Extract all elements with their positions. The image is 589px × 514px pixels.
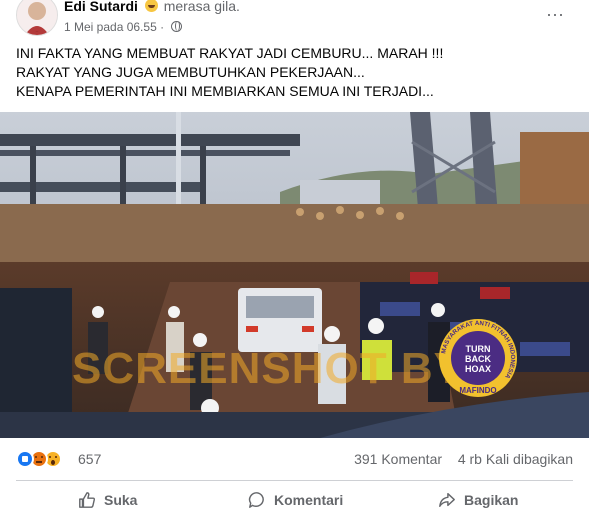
post-timestamp[interactable]: 1 Mei pada 06.55 (64, 20, 157, 34)
comment-count[interactable]: 391 Komentar (354, 451, 442, 467)
share-label: Bagikan (464, 492, 519, 508)
share-count[interactable]: 4 rb Kali dibagikan (458, 451, 573, 467)
divider (16, 480, 573, 481)
thumbs-up-icon (79, 492, 96, 508)
feeling-text: merasa gila. (163, 0, 240, 14)
comment-label: Komentari (274, 492, 344, 508)
post-stats: 391 Komentar 4 rb Kali dibagikan (354, 451, 573, 467)
post-text-line: RAKYAT YANG JUGA MEMBUTUHKAN PEKERJAAN..… (16, 64, 365, 80)
badge-line-2: BACK (465, 354, 491, 364)
like-label: Suka (104, 492, 138, 508)
post-header: ~ Edi Sutardi merasa gila. 1 Mei pada 06… (0, 0, 589, 40)
post-text-line: KENAPA PEMERINTAH INI MEMBIARKAN SEMUA I… (16, 83, 434, 99)
svg-text:~: ~ (36, 30, 39, 35)
badge-name: MAFINDO (459, 386, 496, 395)
post-meta: 1 Mei pada 06.55 · (64, 20, 183, 34)
avatar[interactable]: ~ (16, 0, 58, 36)
post-text-line: INI FAKTA YANG MEMBUAT RAKYAT JADI CEMBU… (16, 45, 444, 61)
like-reaction-icon (16, 450, 34, 468)
more-options-button[interactable]: ··· (543, 4, 567, 24)
like-button[interactable]: Suka (78, 488, 137, 512)
meta-separator: · (160, 20, 165, 34)
post-video[interactable]: SCREENSHOT BY MASYARAKAT ANTI FITNAH IND… (0, 112, 589, 438)
comment-button[interactable]: Komentari (248, 488, 343, 512)
reaction-count[interactable]: 657 (78, 451, 101, 467)
watermark-text: SCREENSHOT BY (72, 344, 464, 393)
reaction-bar: 657 391 Komentar 4 rb Kali dibagikan (0, 446, 589, 472)
comment-icon (248, 492, 264, 508)
share-arrow-icon (439, 492, 455, 508)
badge-line-1: TURN (466, 344, 491, 354)
mafindo-badge: MASYARAKAT ANTI FITNAH INDONESIA TURN BA… (438, 318, 518, 398)
author-name[interactable]: Edi Sutardi (64, 0, 138, 14)
author-line: Edi Sutardi merasa gila. (64, 0, 240, 14)
badge-line-3: HOAX (465, 364, 491, 374)
post-text: INI FAKTA YANG MEMBUAT RAKYAT JADI CEMBU… (16, 44, 576, 101)
grinning-emoji-icon (144, 0, 158, 12)
action-bar: Suka Komentari Bagikan (0, 484, 589, 514)
globe-icon[interactable] (171, 21, 183, 32)
share-button[interactable]: Bagikan (438, 488, 518, 512)
